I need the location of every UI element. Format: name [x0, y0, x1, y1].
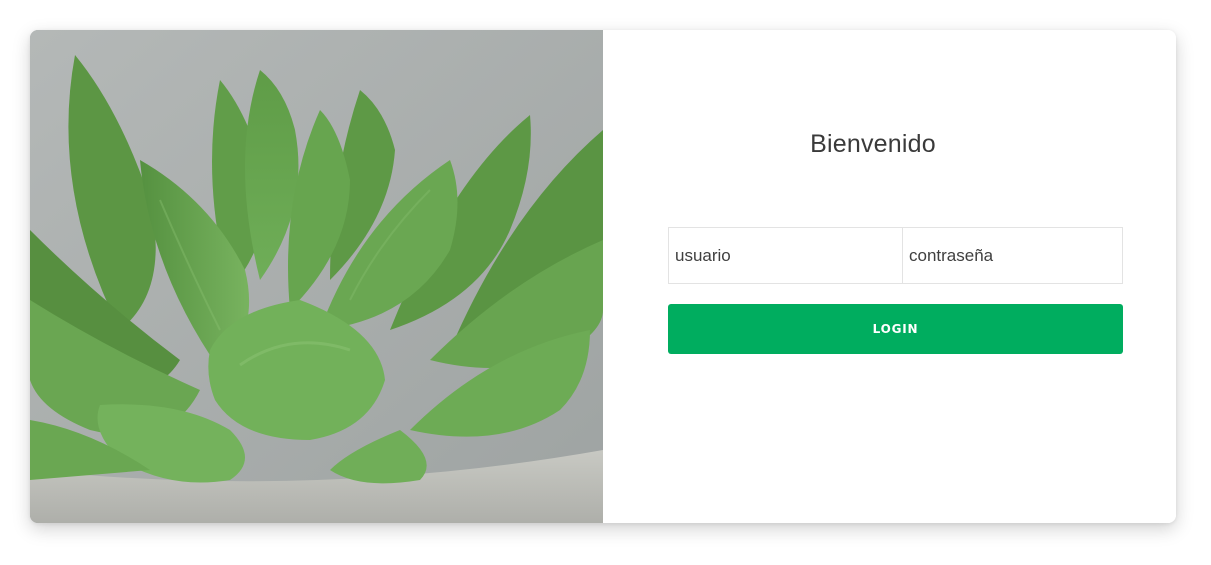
username-input[interactable]: [669, 228, 902, 283]
password-input[interactable]: [902, 228, 1136, 283]
login-card: Bienvenido LOGIN: [30, 30, 1176, 523]
login-form-panel: Bienvenido LOGIN: [603, 30, 1176, 523]
succulent-plant-photo: [30, 30, 603, 523]
welcome-heading: Bienvenido: [810, 130, 936, 158]
credentials-row: [668, 227, 1136, 284]
succulent-illustration: [30, 30, 603, 523]
login-button[interactable]: LOGIN: [668, 304, 1123, 354]
